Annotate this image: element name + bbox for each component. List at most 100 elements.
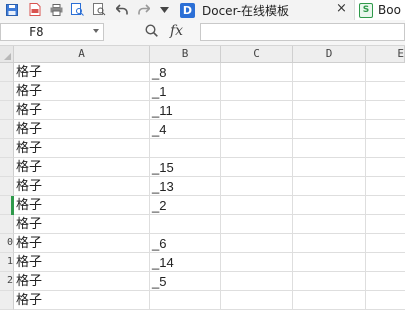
cell-c[interactable] [221,139,293,158]
magnifier-icon[interactable] [145,24,158,40]
cell-b[interactable]: _15 [150,158,221,177]
row-header[interactable] [0,101,14,120]
cell-a[interactable]: 格子 [14,139,150,158]
cell-e[interactable] [366,291,405,310]
row-header[interactable]: 1 [0,253,14,272]
cell-a[interactable]: 格子 [14,215,150,234]
cell-b[interactable] [150,215,221,234]
row-header[interactable] [0,120,14,139]
cell-d[interactable] [293,272,366,291]
column-header-a[interactable]: A [14,46,150,63]
cell-e[interactable] [366,139,405,158]
row-header[interactable]: 2 [0,272,14,291]
cell-e[interactable] [366,101,405,120]
cell-d[interactable] [293,63,366,82]
undo-icon[interactable] [114,2,129,17]
tab-workbook[interactable]: S Boo [354,0,405,20]
cell-c[interactable] [221,253,293,272]
tab-docer-templates[interactable]: D Docer-在线模板 × [176,0,354,20]
cell-c[interactable] [221,291,293,310]
cell-a[interactable]: 格子 [14,253,150,272]
row-header[interactable]: 0 [0,234,14,253]
cell-d[interactable] [293,234,366,253]
row-header[interactable] [0,158,14,177]
cell-d[interactable] [293,291,366,310]
cell-d[interactable] [293,139,366,158]
cell-e[interactable] [366,120,405,139]
cell-a[interactable]: 格子 [14,196,150,215]
cell-a[interactable]: 格子 [14,63,150,82]
row-header[interactable] [0,82,14,101]
name-box[interactable]: F8 [0,23,104,41]
cell-c[interactable] [221,177,293,196]
cell-e[interactable] [366,272,405,291]
cell-a[interactable]: 格子 [14,158,150,177]
cell-e[interactable] [366,177,405,196]
cell-a[interactable]: 格子 [14,177,150,196]
cell-d[interactable] [293,177,366,196]
column-header-b[interactable]: B [150,46,221,63]
more-dropdown-icon[interactable] [157,2,172,17]
cell-d[interactable] [293,253,366,272]
print-icon[interactable] [49,2,64,17]
cell-b[interactable]: _4 [150,120,221,139]
cell-b[interactable]: _8 [150,63,221,82]
cell-d[interactable] [293,101,366,120]
cell-b[interactable]: _14 [150,253,221,272]
cell-c[interactable] [221,215,293,234]
function-icon[interactable]: fx [170,23,183,39]
cell-c[interactable] [221,158,293,177]
column-header-d[interactable]: D [293,46,366,63]
cell-e[interactable] [366,82,405,101]
cell-d[interactable] [293,82,366,101]
redo-icon[interactable] [136,2,151,17]
cell-e[interactable] [366,196,405,215]
cell-c[interactable] [221,272,293,291]
table-row: 1 格子 _14 [0,253,405,272]
row-header[interactable] [0,215,14,234]
cell-a[interactable]: 格子 [14,101,150,120]
cell-e[interactable] [366,253,405,272]
row-header[interactable] [0,139,14,158]
find-icon[interactable] [92,2,107,17]
cell-e[interactable] [366,158,405,177]
cell-d[interactable] [293,196,366,215]
cell-b[interactable]: _13 [150,177,221,196]
formula-input[interactable] [200,23,405,41]
chevron-down-icon[interactable] [93,29,99,33]
cell-c[interactable] [221,82,293,101]
cell-b[interactable]: _11 [150,101,221,120]
cell-a[interactable]: 格子 [14,272,150,291]
cell-b[interactable]: _2 [150,196,221,215]
print-preview-icon[interactable] [70,2,85,17]
cell-d[interactable] [293,215,366,234]
select-all-corner[interactable] [0,46,14,63]
save-icon[interactable] [4,2,19,17]
cell-c[interactable] [221,63,293,82]
cell-b[interactable]: _5 [150,272,221,291]
cell-b[interactable] [150,139,221,158]
cell-e[interactable] [366,63,405,82]
row-header[interactable] [0,63,14,82]
cell-c[interactable] [221,196,293,215]
close-tab-icon[interactable]: × [336,1,347,16]
cell-c[interactable] [221,120,293,139]
cell-b[interactable] [150,291,221,310]
cell-a[interactable]: 格子 [14,120,150,139]
cell-e[interactable] [366,215,405,234]
cell-d[interactable] [293,158,366,177]
row-header[interactable] [0,177,14,196]
row-header[interactable] [0,291,14,310]
cell-b[interactable]: _1 [150,82,221,101]
export-pdf-icon[interactable] [27,2,42,17]
cell-b[interactable]: _6 [150,234,221,253]
column-header-e[interactable]: E [366,46,405,63]
cell-a[interactable]: 格子 [14,234,150,253]
column-header-c[interactable]: C [221,46,293,63]
cell-a[interactable]: 格子 [14,291,150,310]
cell-c[interactable] [221,101,293,120]
cell-c[interactable] [221,234,293,253]
cell-e[interactable] [366,234,405,253]
cell-d[interactable] [293,120,366,139]
cell-a[interactable]: 格子 [14,82,150,101]
